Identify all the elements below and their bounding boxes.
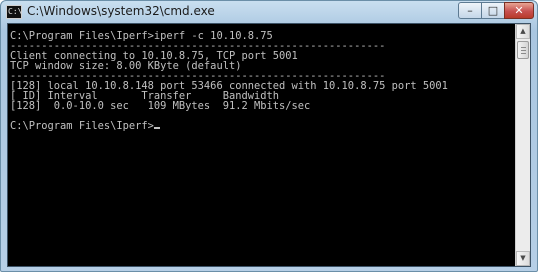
prompt-text: C:\Program Files\Iperf> — [10, 120, 154, 132]
console-output[interactable]: C:\Program Files\Iperf>iperf -c 10.10.8.… — [10, 31, 515, 263]
console-area[interactable]: C:\Program Files\Iperf>iperf -c 10.10.8.… — [7, 23, 531, 267]
window-title: C:\Windows\system32\cmd.exe — [27, 4, 215, 18]
scroll-down-arrow-icon[interactable]: ▼ — [516, 251, 530, 266]
title-bar[interactable]: C:\ C:\Windows\system32\cmd.exe – □ ✕ — [1, 1, 537, 23]
grip-line — [521, 47, 526, 48]
scroll-up-arrow-icon[interactable]: ▲ — [516, 24, 530, 39]
grip-line — [521, 50, 526, 51]
text-cursor — [153, 127, 160, 129]
minimize-button[interactable]: – — [458, 2, 482, 19]
vertical-scrollbar[interactable]: ▲ ▼ — [515, 24, 530, 266]
console-line: [128] 0.0-10.0 sec 109 MBytes 91.2 Mbits… — [10, 100, 311, 112]
prompt-line[interactable]: C:\Program Files\Iperf> — [10, 121, 515, 131]
cmd-icon[interactable]: C:\ — [6, 5, 22, 19]
maximize-button[interactable]: □ — [481, 2, 505, 19]
grip-line — [521, 53, 526, 54]
cmd-window: C:\ C:\Windows\system32\cmd.exe – □ ✕ C:… — [0, 0, 538, 272]
close-button[interactable]: ✕ — [504, 2, 534, 19]
scrollbar-thumb[interactable] — [517, 41, 529, 59]
